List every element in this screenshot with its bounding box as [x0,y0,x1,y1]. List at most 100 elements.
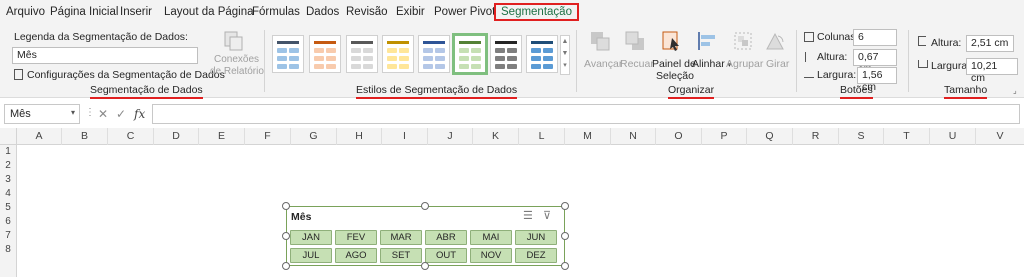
slicer-caption-input[interactable]: Mês [12,47,198,64]
column-header[interactable]: N [611,128,656,145]
resize-handle-bottom-right[interactable] [561,262,569,270]
slicer-item[interactable]: OUT [425,248,467,263]
rotate-button[interactable]: Girar [766,58,789,70]
resize-handle-top[interactable] [421,202,429,210]
row-header[interactable]: 5 [0,201,17,215]
column-header[interactable]: F [245,128,291,145]
column-header[interactable]: H [337,128,382,145]
column-header[interactable]: L [519,128,565,145]
slicer-style-light-3[interactable] [346,35,378,73]
name-box[interactable]: Mês ▾ [4,104,80,124]
shape-width-label: Largura: [931,60,971,72]
resize-handle-left[interactable] [282,232,290,240]
row-header[interactable]: 3 [0,173,17,187]
columns-icon [804,32,814,42]
column-header[interactable]: D [154,128,199,145]
bring-forward-button[interactable]: Avançar [584,58,622,70]
slicer-title: Mês [291,211,312,223]
multi-select-icon[interactable]: ☰ [523,209,533,222]
column-header[interactable]: U [930,128,976,145]
column-header[interactable]: B [62,128,108,145]
slicer-style-light-5[interactable] [418,35,450,73]
styles-gallery-scroll[interactable]: ▲ ▼ ▾ [560,35,570,75]
column-header[interactable]: Q [747,128,793,145]
column-header[interactable]: C [108,128,154,145]
column-header[interactable]: O [656,128,702,145]
tab-power-pivot[interactable]: Power Pivot [434,6,495,18]
column-header[interactable]: S [839,128,884,145]
resize-handle-right[interactable] [561,232,569,240]
group-button[interactable]: Agrupar [726,58,763,70]
slicer-item[interactable]: NOV [470,248,512,263]
resize-handle-bottom[interactable] [421,262,429,270]
column-header[interactable]: P [702,128,747,145]
slicer-style-light-4[interactable] [382,35,414,73]
slicer-style-dark-2[interactable] [526,35,558,73]
column-header[interactable]: A [17,128,62,145]
slicer-style-light-6-selected[interactable] [452,33,488,75]
row-header[interactable]: 4 [0,187,17,201]
column-header[interactable]: E [199,128,245,145]
selection-pane-button-line1[interactable]: Painel de [652,58,696,70]
send-backward-button[interactable]: Recuar [620,58,654,70]
row-header[interactable]: 8 [0,243,17,257]
formula-input[interactable] [152,104,1020,124]
dialog-launcher-icon[interactable]: ⌟ [1013,86,1017,95]
slicer-item[interactable]: MAI [470,230,512,245]
slicer-item[interactable]: ABR [425,230,467,245]
tab-inserir[interactable]: Inserir [120,6,152,18]
slicer-item[interactable]: SET [380,248,422,263]
tab-formulas[interactable]: Fórmulas [252,6,300,18]
tab-layout-da-pagina[interactable]: Layout da Página [164,6,254,18]
slicer-style-dark-1[interactable] [490,35,522,73]
column-header[interactable]: K [473,128,519,145]
slicer-item[interactable]: JUN [515,230,557,245]
resize-handle-top-right[interactable] [561,202,569,210]
slicer-settings-button[interactable]: Configurações da Segmentação de Dados [14,69,225,81]
row-header[interactable]: 2 [0,159,17,173]
tab-exibir[interactable]: Exibir [396,6,425,18]
shape-height-icon [918,36,926,46]
slicer-style-light-1[interactable] [272,35,304,73]
column-header[interactable]: T [884,128,930,145]
select-all-corner[interactable] [0,128,17,145]
shape-width-input[interactable]: 10,21 cm [966,58,1018,84]
column-header[interactable]: M [565,128,611,145]
slicer-item[interactable]: DEZ [515,248,557,263]
slicer-item[interactable]: JAN [290,230,332,245]
column-header[interactable]: V [976,128,1024,145]
column-header[interactable]: G [291,128,337,145]
column-header[interactable]: J [428,128,473,145]
row-header[interactable]: 1 [0,145,17,159]
tab-pagina-inicial[interactable]: Página Inicial [50,6,118,18]
report-connections-button-line2[interactable]: de Relatório [210,66,264,77]
selection-pane-button-line2[interactable]: Seleção [656,70,694,82]
columns-input[interactable]: 6 [853,29,897,46]
tab-dados[interactable]: Dados [306,6,339,18]
resize-handle-top-left[interactable] [282,202,290,210]
column-header[interactable]: I [382,128,428,145]
send-backward-icon [624,30,646,55]
shape-height-input[interactable]: 2,51 cm [966,35,1014,52]
slicer-item[interactable]: MAR [380,230,422,245]
slicer-style-light-2[interactable] [309,35,341,73]
button-width-input[interactable]: 1,56 cm [857,67,897,93]
tab-revisao[interactable]: Revisão [346,6,388,18]
row-header[interactable]: 7 [0,229,17,243]
slicer-item[interactable]: FEV [335,230,377,245]
tab-arquivo[interactable]: Arquivo [6,6,45,18]
tab-segmentacao[interactable]: Segmentação [494,3,579,21]
clear-filter-icon[interactable]: ⊽ [543,209,551,222]
resize-handle-bottom-left[interactable] [282,262,290,270]
insert-function-icon[interactable]: fx [134,107,145,121]
report-connections-button-line1[interactable]: Conexões [214,54,259,65]
row-header[interactable]: 6 [0,215,17,229]
cancel-icon[interactable]: ✕ [98,107,108,121]
align-icon [696,30,718,55]
button-height-input[interactable]: 0,67 cm [853,49,897,75]
slicer-item[interactable]: AGO [335,248,377,263]
enter-icon[interactable]: ✓ [116,107,126,121]
month-slicer[interactable]: Mês ☰ ⊽ JAN FEV MAR ABR MAI JUN JUL AGO … [286,206,565,266]
column-header[interactable]: R [793,128,839,145]
slicer-item[interactable]: JUL [290,248,332,263]
